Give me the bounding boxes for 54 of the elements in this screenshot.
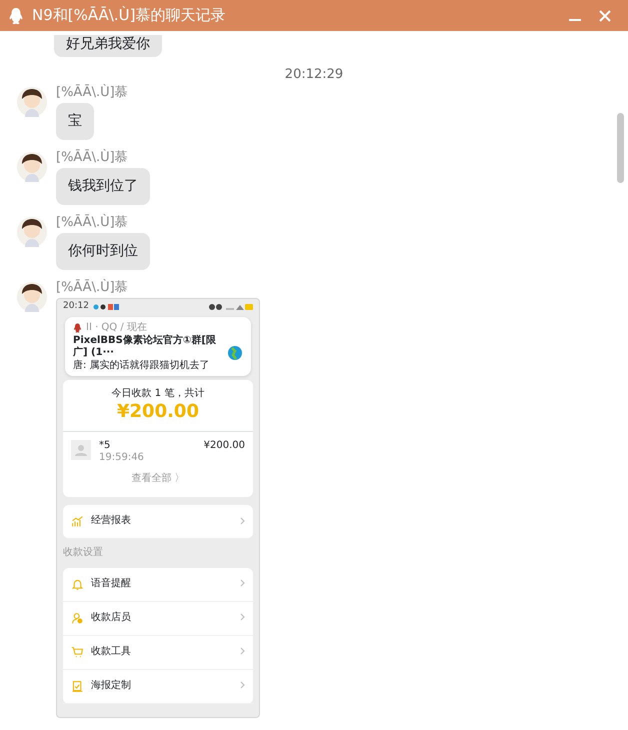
message-bubble: 宝 xyxy=(56,103,94,140)
chevron-icon xyxy=(240,579,245,588)
message-bubble: 你何时到位 xyxy=(56,233,150,270)
avatar xyxy=(17,282,47,312)
globe-icon xyxy=(227,345,243,362)
status-time: 20:12 xyxy=(63,301,89,313)
message-bubble: 钱我到位了 xyxy=(56,168,150,205)
chevron-icon xyxy=(240,516,245,525)
timestamp: 20:12:29 xyxy=(284,67,344,83)
payer-name: *5 xyxy=(99,440,112,452)
avatar xyxy=(17,87,47,117)
penguin-icon xyxy=(8,6,24,24)
settings-row[interactable]: 收款店员 xyxy=(63,602,253,636)
row-label: 海报定制 xyxy=(91,680,131,692)
row-label: 语音提醒 xyxy=(91,578,131,590)
close-icon xyxy=(599,10,611,22)
row-label: 收款店员 xyxy=(91,612,131,624)
sender-name: [%ĀĀ\.Ù]慕 xyxy=(56,215,129,230)
payment-time: 19:59:46 xyxy=(99,452,144,464)
section-label: 收款设置 xyxy=(63,547,104,560)
avatar xyxy=(17,152,47,182)
minimize-icon xyxy=(569,18,581,20)
settings-row[interactable]: 海报定制 xyxy=(63,670,253,704)
avatar xyxy=(17,217,47,247)
row-label: 经营报表 xyxy=(91,515,131,528)
sender-name: [%ĀĀ\.Ù]慕 xyxy=(56,280,129,295)
notification-app: II · QQ / 现在 xyxy=(86,322,147,334)
notification-title: PixelBBS像素论坛官方①群[限广] (1··· xyxy=(73,334,217,360)
row-label: 收款工具 xyxy=(91,646,131,658)
scrollbar-thumb[interactable] xyxy=(617,113,624,183)
summary-caption: 今日收款 1 笔，共计 xyxy=(110,386,206,400)
message-bubble: 好兄弟我爱你 xyxy=(54,35,162,57)
chevron-icon xyxy=(240,647,245,656)
document-icon xyxy=(71,680,84,692)
avatar-placeholder-icon xyxy=(71,440,91,460)
total-amount: ¥200.00 xyxy=(116,400,200,422)
notification-card[interactable]: II · QQ / 现在 PixelBBS像素论坛官方①群[限广] (1··· 唐: 属实的话就得跟猫切机去了 xyxy=(65,317,251,376)
person-icon xyxy=(71,612,84,624)
chevron-icon xyxy=(240,613,245,622)
sender-name: [%ĀĀ\.Ù]慕 xyxy=(56,150,129,165)
bell-icon xyxy=(71,578,84,590)
settings-row[interactable]: 语音提醒 xyxy=(63,568,253,602)
cart-icon xyxy=(71,646,84,658)
window-title: N9和[%ĀĀ\.Ù]慕的聊天记录 xyxy=(32,5,226,26)
report-row[interactable]: 经营报表 xyxy=(63,505,253,539)
payment-amount: ¥200.00 xyxy=(204,440,245,452)
status-icons xyxy=(209,303,253,311)
chart-icon xyxy=(71,515,84,528)
notification-icons xyxy=(92,303,119,311)
sender-name: [%ĀĀ\.Ù]慕 xyxy=(56,85,128,100)
notification-text: 唐: 属实的话就得跟猫切机去了 xyxy=(73,360,211,372)
settings-row[interactable]: 收款工具 xyxy=(63,636,253,670)
penguin-icon xyxy=(73,323,82,334)
chevron-icon xyxy=(240,681,245,690)
